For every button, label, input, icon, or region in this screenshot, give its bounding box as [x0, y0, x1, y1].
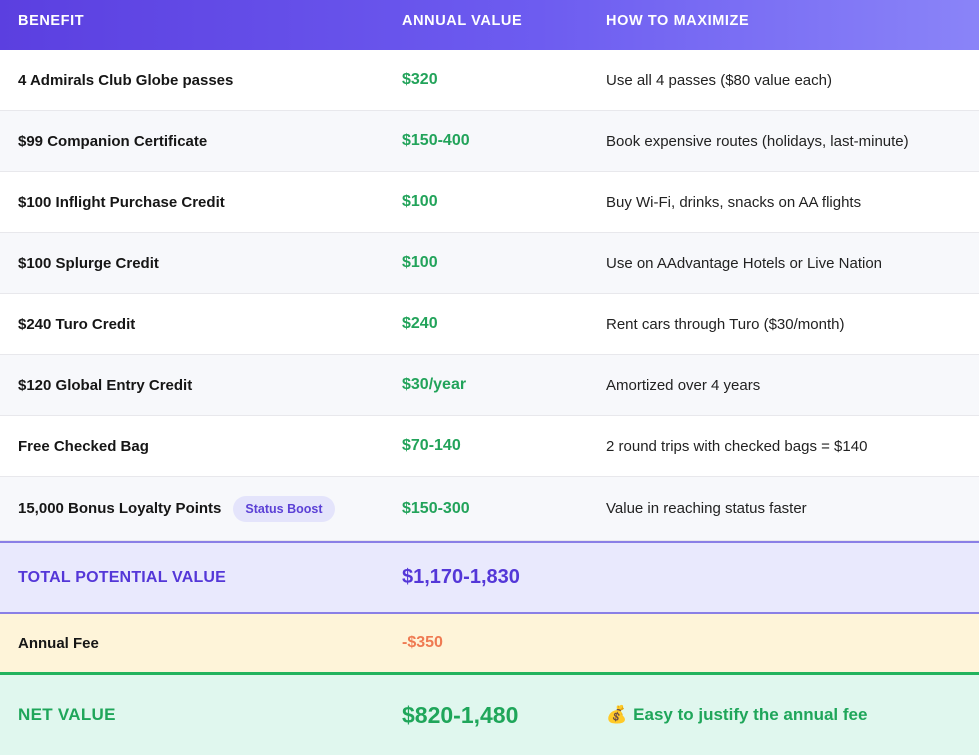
how-cell: Amortized over 4 years	[606, 376, 761, 394]
total-row: TOTAL POTENTIAL VALUE $1,170-1,830	[0, 541, 979, 614]
benefit-cell: $100 Splurge Credit	[18, 254, 159, 272]
table-row: $100 Splurge Credit $100 Use on AAdvanta…	[0, 233, 979, 294]
value-cell: $150-400	[402, 132, 470, 149]
table-row: 4 Admirals Club Globe passes $320 Use al…	[0, 50, 979, 111]
money-bag-icon: 💰	[606, 705, 628, 725]
benefit-cell: $120 Global Entry Credit	[18, 376, 193, 394]
total-label: TOTAL POTENTIAL VALUE	[18, 568, 227, 586]
value-cell: $70-140	[402, 437, 461, 454]
total-value: $1,170-1,830	[402, 566, 520, 588]
how-cell: 2 round trips with checked bags = $140	[606, 437, 868, 455]
table-row: $100 Inflight Purchase Credit $100 Buy W…	[0, 172, 979, 233]
benefit-cell: Free Checked Bag	[18, 437, 149, 455]
value-cell: $100	[402, 193, 438, 210]
how-cell: Book expensive routes (holidays, last-mi…	[606, 132, 909, 150]
table-header: BENEFIT ANNUAL VALUE HOW TO MAXIMIZE	[0, 0, 979, 50]
value-cell: $240	[402, 315, 438, 332]
status-boost-badge: Status Boost	[233, 495, 335, 522]
net-note-cell: 💰 Easy to justify the annual fee	[606, 705, 979, 725]
net-note: Easy to justify the annual fee	[633, 705, 868, 724]
net-value-row: NET VALUE $820-1,480 💰 Easy to justify th…	[0, 675, 979, 755]
net-value: $820-1,480	[402, 701, 519, 728]
value-cell: $320	[402, 71, 438, 88]
benefit-cell: $240 Turo Credit	[18, 315, 136, 333]
benefit-cell: 4 Admirals Club Globe passes	[18, 71, 234, 89]
how-cell: Buy Wi-Fi, drinks, snacks on AA flights	[606, 193, 862, 211]
table-row: $99 Companion Certificate $150-400 Book …	[0, 111, 979, 172]
annual-fee-row: Annual Fee -$350	[0, 614, 979, 675]
benefit-cell: $99 Companion Certificate	[18, 132, 208, 150]
value-cell: $100	[402, 254, 438, 271]
header-how-to-maximize: HOW TO MAXIMIZE	[606, 13, 750, 29]
table-row: $240 Turo Credit $240 Rent cars through …	[0, 294, 979, 355]
table-row: Free Checked Bag $70-140 2 round trips w…	[0, 416, 979, 477]
value-cell: $150-300	[402, 499, 470, 517]
table-row: 15,000 Bonus Loyalty Points Status Boost…	[0, 477, 979, 541]
how-cell: Use on AAdvantage Hotels or Live Nation	[606, 254, 882, 272]
benefits-table: BENEFIT ANNUAL VALUE HOW TO MAXIMIZE 4 A…	[0, 0, 979, 755]
value-cell: $30/year	[402, 376, 467, 393]
how-cell: Rent cars through Turo ($30/month)	[606, 315, 845, 333]
net-label: NET VALUE	[18, 705, 116, 724]
table-row: $120 Global Entry Credit $30/year Amorti…	[0, 355, 979, 416]
fee-value: -$350	[402, 634, 443, 651]
header-annual-value: ANNUAL VALUE	[402, 13, 523, 29]
header-benefit: BENEFIT	[18, 13, 85, 29]
benefit-cell: $100 Inflight Purchase Credit	[18, 193, 225, 211]
fee-label: Annual Fee	[18, 634, 99, 652]
how-cell: Use all 4 passes ($80 value each)	[606, 71, 832, 89]
benefit-label: 15,000 Bonus Loyalty Points	[18, 500, 222, 517]
how-cell: Value in reaching status faster	[606, 500, 807, 517]
benefit-cell: 15,000 Bonus Loyalty Points Status Boost	[0, 495, 402, 522]
